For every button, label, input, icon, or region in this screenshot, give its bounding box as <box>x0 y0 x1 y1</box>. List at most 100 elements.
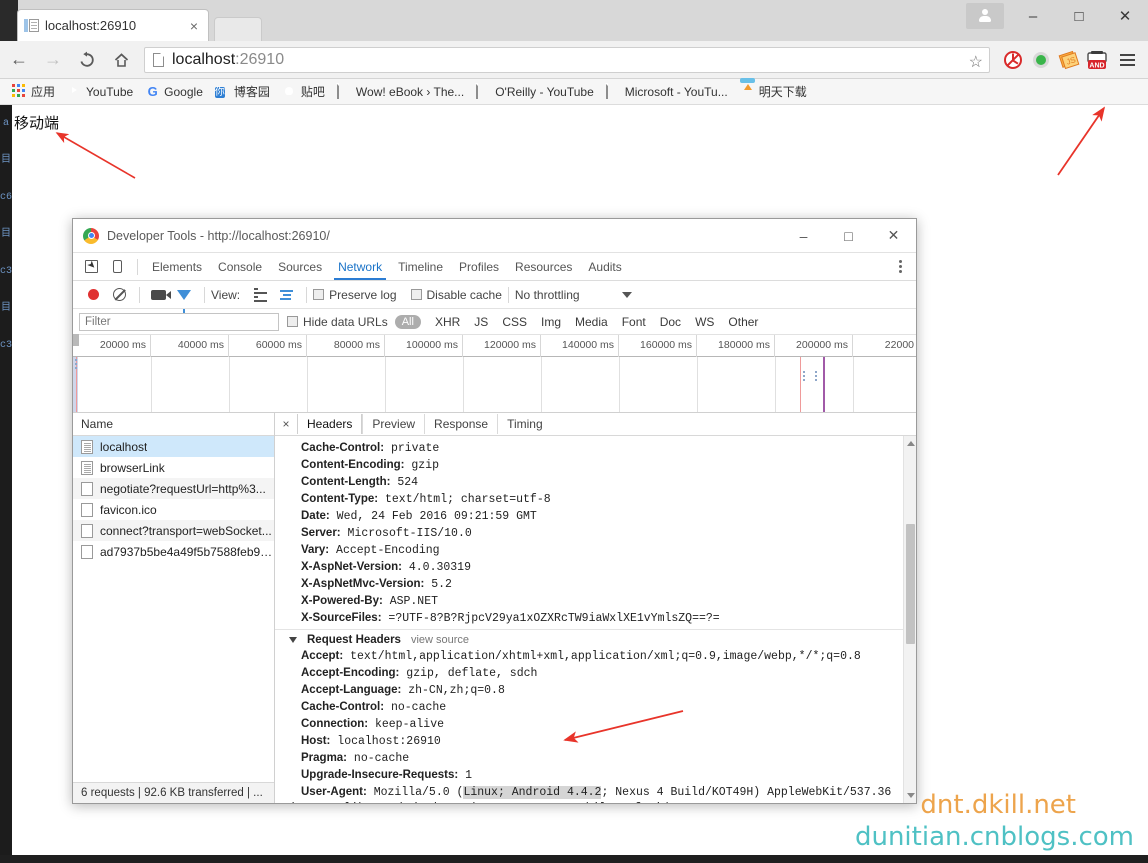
devtools-maximize-button[interactable]: □ <box>826 220 871 252</box>
filter-type-all[interactable]: All <box>394 314 421 329</box>
tab-timeline[interactable]: Timeline <box>390 255 451 279</box>
filter-type-font[interactable]: Font <box>615 315 653 329</box>
tab-resources[interactable]: Resources <box>507 255 580 279</box>
bookmark-wow-ebook[interactable]: Wow! eBook › The... <box>333 82 472 101</box>
close-button[interactable]: ✕ <box>1102 1 1148 31</box>
header-row: Connection: keep-alive <box>275 716 916 733</box>
clear-icon[interactable] <box>107 283 131 307</box>
devtools-close-button[interactable]: ✕ <box>871 220 916 252</box>
detail-scrollbar[interactable] <box>903 436 916 803</box>
table-row[interactable]: ad7937b5be4a49f5b7588feb9d... <box>73 541 274 562</box>
tab-elements[interactable]: Elements <box>144 255 210 279</box>
bookmark-oreilly[interactable]: O'Reilly - YouTube <box>472 82 602 101</box>
back-icon[interactable]: ← <box>4 45 34 75</box>
apps-grid-icon <box>12 84 27 99</box>
tab-audits[interactable]: Audits <box>580 255 629 279</box>
maximize-button[interactable]: □ <box>1056 1 1102 31</box>
tab-headers[interactable]: Headers <box>297 414 363 434</box>
avatar[interactable] <box>966 3 1004 29</box>
preserve-log-checkbox[interactable]: Preserve log <box>313 288 397 302</box>
scroll-up-icon[interactable] <box>907 441 915 446</box>
request-headers-section-header[interactable]: Request Headers view source <box>275 629 916 648</box>
bookmark-star-icon[interactable]: ☆ <box>969 52 983 72</box>
filter-icon[interactable] <box>172 283 196 313</box>
new-tab-button[interactable] <box>214 17 262 41</box>
close-icon[interactable]: × <box>186 18 202 34</box>
tab-timing[interactable]: Timing <box>497 414 552 434</box>
header-name: Upgrade-Insecure-Requests: <box>301 769 459 781</box>
bookmark-label: Wow! eBook › The... <box>355 84 465 99</box>
bookmark-google[interactable]: G Google <box>141 82 211 101</box>
checkbox-box <box>313 289 325 300</box>
view-list-icon[interactable] <box>248 283 272 307</box>
filter-type-img[interactable]: Img <box>534 315 568 329</box>
and-toolbox-icon[interactable]: AND <box>1084 47 1110 73</box>
table-row[interactable]: connect?transport=webSocket... <box>73 520 274 541</box>
adblock-icon[interactable] <box>1000 47 1026 73</box>
header-value: text/html,application/xhtml+xml,applicat… <box>343 650 861 663</box>
green-dot-icon[interactable] <box>1028 47 1054 73</box>
overview-grid <box>73 357 916 412</box>
inspect-element-icon[interactable] <box>79 255 103 279</box>
browser-tab[interactable]: localhost:26910 × <box>18 10 208 41</box>
table-row[interactable]: browserLink <box>73 457 274 478</box>
request-detail-panel: × Headers Preview Response Timing Cache-… <box>275 413 916 803</box>
tab-console[interactable]: Console <box>210 255 270 279</box>
home-icon[interactable] <box>106 45 136 75</box>
filter-type-xhr[interactable]: XHR <box>428 315 467 329</box>
tab-response[interactable]: Response <box>424 414 497 434</box>
tab-profiles[interactable]: Profiles <box>451 255 507 279</box>
reload-icon[interactable] <box>72 45 102 75</box>
tab-sources[interactable]: Sources <box>270 255 330 279</box>
devtools-more-options-icon[interactable] <box>890 260 916 273</box>
yellow-pages-icon[interactable]: JS <box>1056 47 1082 73</box>
bookmark-youtube[interactable]: YouTube <box>63 82 141 101</box>
header-name: User-Agent: <box>301 786 367 798</box>
device-toolbar-icon[interactable] <box>105 255 129 279</box>
bookmark-mingtian-download[interactable]: 明天下载 <box>736 81 815 102</box>
filter-type-other[interactable]: Other <box>721 315 765 329</box>
table-row[interactable]: negotiate?requestUrl=http%3... <box>73 478 274 499</box>
view-hierarchy-icon[interactable] <box>274 283 298 307</box>
filter-type-doc[interactable]: Doc <box>653 315 688 329</box>
filter-input[interactable] <box>79 312 279 331</box>
forward-icon[interactable]: → <box>38 45 68 75</box>
filter-type-media[interactable]: Media <box>568 315 615 329</box>
devtools-minimize-button[interactable]: – <box>781 220 826 252</box>
table-row[interactable]: favicon.ico <box>73 499 274 520</box>
throttling-select[interactable]: No throttling <box>515 288 632 302</box>
youtube-icon <box>67 84 82 99</box>
tab-title: localhost:26910 <box>45 18 137 33</box>
record-button[interactable] <box>81 283 105 307</box>
filter-type-css[interactable]: CSS <box>495 315 534 329</box>
scrollbar-thumb[interactable] <box>906 524 915 644</box>
filter-type-js[interactable]: JS <box>467 315 495 329</box>
chrome-menu-icon[interactable] <box>1112 45 1142 75</box>
bookmark-apps[interactable]: 应用 <box>8 81 63 102</box>
tieba-icon <box>282 84 297 99</box>
window-controls: – □ ✕ <box>966 0 1148 32</box>
column-header-name[interactable]: Name <box>73 413 274 436</box>
filter-type-ws[interactable]: WS <box>688 315 721 329</box>
view-source-link[interactable]: view source <box>411 634 469 646</box>
capture-screenshots-icon[interactable] <box>146 283 171 307</box>
tab-preview[interactable]: Preview <box>362 414 424 434</box>
bookmark-label: 应用 <box>31 85 56 99</box>
disable-cache-checkbox[interactable]: Disable cache <box>410 288 502 302</box>
bookmark-microsoft[interactable]: Microsoft - YouTu... <box>602 82 736 101</box>
hide-data-urls-checkbox[interactable]: Hide data URLs <box>287 315 388 329</box>
bookmark-cnblogs[interactable]: 你 博客园 <box>211 81 278 102</box>
table-row[interactable]: localhost <box>73 436 274 457</box>
network-overview-timeline[interactable]: 20000 ms 40000 ms 60000 ms 80000 ms 1000… <box>73 334 916 413</box>
page-info-icon[interactable] <box>153 52 164 67</box>
request-name: favicon.ico <box>100 502 157 517</box>
minimize-button[interactable]: – <box>1010 1 1056 31</box>
scroll-down-icon[interactable] <box>907 793 915 798</box>
close-icon[interactable]: × <box>275 417 297 431</box>
tab-network[interactable]: Network <box>330 255 390 280</box>
header-name: Vary: <box>301 544 330 556</box>
header-row: Cache-Control: private <box>275 440 916 457</box>
address-bar[interactable]: localhost:26910 ☆ <box>144 46 990 73</box>
header-value: private <box>384 442 440 455</box>
bookmark-tieba[interactable]: 贴吧 <box>278 81 333 102</box>
